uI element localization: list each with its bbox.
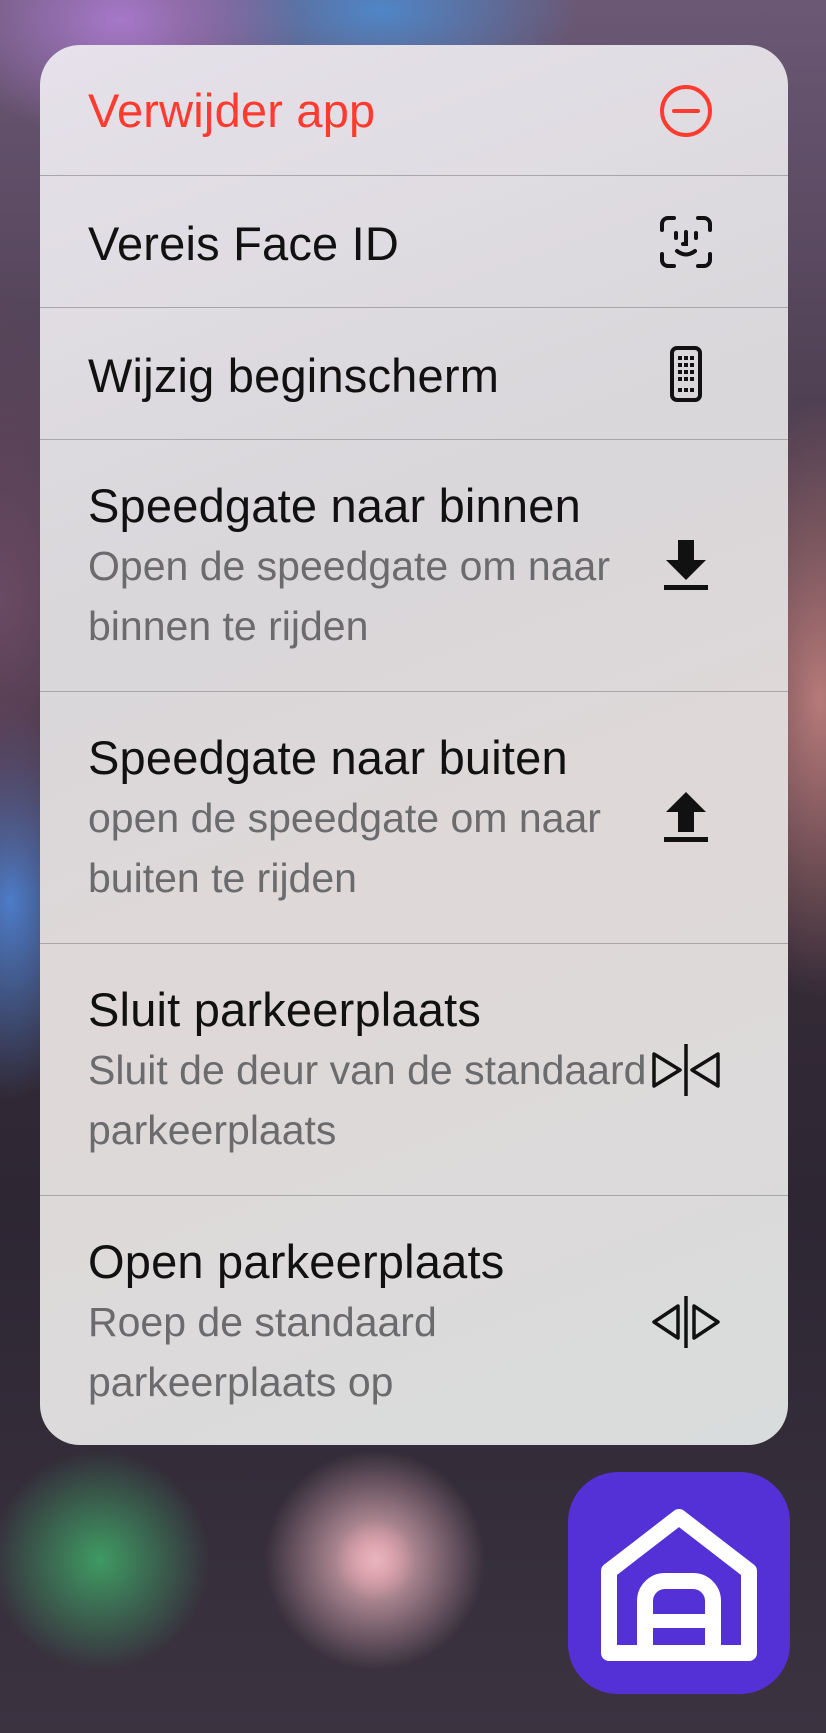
phone-apps-icon: [650, 338, 722, 410]
menu-item-label: Speedgate naar binnen: [88, 479, 581, 532]
menu-item-speedgate-out[interactable]: Speedgate naar buiten open de speedgate …: [40, 692, 788, 944]
face-id-icon: [650, 206, 722, 278]
menu-item-label: Sluit parkeerplaats: [88, 983, 482, 1036]
menu-item-label: Vereis Face ID: [88, 217, 400, 270]
menu-item-open-parking[interactable]: Open parkeerplaats Roep de standaard par…: [40, 1196, 788, 1445]
menu-item-subtitle: Open de speedgate om naar binnen te rijd…: [88, 543, 610, 649]
context-menu: Verwijder app Vereis Face ID Wijzig begi…: [40, 45, 788, 1445]
garage-app-icon[interactable]: [568, 1472, 790, 1694]
menu-item-label: Verwijder app: [88, 84, 376, 137]
upload-arrow-icon: [650, 782, 722, 854]
menu-item-label: Wijzig beginscherm: [88, 349, 500, 402]
menu-item-label: Speedgate naar buiten: [88, 731, 568, 784]
minus-circle-icon: [650, 75, 722, 147]
menu-item-require-face-id[interactable]: Vereis Face ID: [40, 176, 788, 308]
garage-house-icon: [601, 1509, 757, 1661]
menu-item-label: Open parkeerplaats: [88, 1235, 505, 1288]
download-arrow-icon: [650, 530, 722, 602]
menu-item-close-parking[interactable]: Sluit parkeerplaats Sluit de deur van de…: [40, 944, 788, 1196]
menu-item-speedgate-in[interactable]: Speedgate naar binnen Open de speedgate …: [40, 440, 788, 692]
menu-item-subtitle: Roep de standaard parkeerplaats op: [88, 1299, 437, 1405]
menu-item-remove-app[interactable]: Verwijder app: [40, 45, 788, 176]
menu-item-subtitle: Sluit de deur van de standaard parkeerpl…: [88, 1047, 647, 1153]
menu-item-edit-home-screen[interactable]: Wijzig beginscherm: [40, 308, 788, 440]
menu-item-subtitle: open de speedgate om naar buiten te rijd…: [88, 795, 601, 901]
open-doors-icon: [650, 1286, 722, 1358]
close-doors-icon: [650, 1034, 722, 1106]
